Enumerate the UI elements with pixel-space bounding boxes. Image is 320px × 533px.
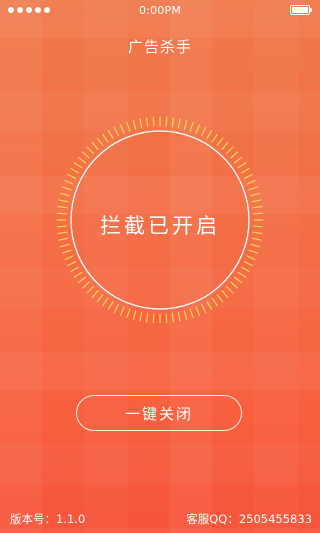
footer: 版本号：1.1.0 客服QQ：2505455833 [10, 511, 312, 527]
ring-tick [113, 127, 120, 137]
ring-tick [246, 179, 256, 185]
ring-tick [177, 311, 181, 322]
ring-tick [107, 130, 114, 140]
ring-tick [171, 117, 175, 128]
ring-tick [61, 249, 72, 254]
ring-tick [64, 255, 74, 261]
ring-tick [67, 260, 77, 267]
service-qq-text: 客服QQ：2505455833 [186, 512, 312, 526]
ring-tick [152, 116, 155, 127]
ring-tick [132, 310, 137, 321]
ring-tick [251, 199, 262, 203]
ring-tick [211, 133, 218, 143]
ring-tick [216, 137, 224, 147]
ring-tick [61, 186, 72, 191]
ring-tick [81, 151, 90, 159]
ring-tick [145, 312, 149, 323]
blocking-status-text: 拦截已开启 [100, 214, 220, 238]
ring-tick [73, 162, 83, 169]
ring-tick [119, 306, 125, 316]
ring-tick [240, 167, 250, 174]
ring-tick [57, 205, 68, 209]
version-text: 版本号：1.1.0 [10, 512, 86, 526]
ring-tick [102, 133, 109, 143]
ring-tick [58, 199, 69, 203]
ring-tick [126, 121, 131, 132]
ring-tick [230, 281, 239, 289]
ring-tick [183, 119, 188, 130]
ring-tick [73, 271, 83, 278]
ring-tick [237, 271, 247, 278]
ring-tick [86, 285, 95, 294]
ring-tick [177, 118, 181, 129]
ring-tick [189, 308, 194, 319]
ring-tick [225, 285, 234, 294]
ring-tick [91, 141, 99, 150]
ring-tick [67, 173, 77, 180]
ring-tick [102, 297, 109, 307]
ring-tick [250, 243, 261, 248]
ring-tick [240, 266, 250, 273]
ring-tick [77, 156, 87, 164]
ring-tick [171, 312, 175, 323]
ring-tick [206, 300, 213, 310]
ring-tick [59, 243, 70, 248]
ring-tick [206, 130, 213, 140]
status-time: 0:00PM [138, 4, 182, 17]
ring-tick [237, 162, 247, 169]
one-key-close-button[interactable]: 一键关闭 [76, 395, 242, 431]
ring-tick [195, 124, 201, 134]
ring-tick [70, 167, 80, 174]
ring-tick [211, 297, 218, 307]
ring-tick [91, 290, 99, 299]
ring-tick [86, 146, 95, 155]
ring-tick [250, 192, 261, 197]
battery-icon [290, 5, 312, 15]
ring-tick [132, 119, 137, 130]
ring-tick [119, 124, 125, 134]
ring-tick [152, 313, 155, 324]
ring-tick [113, 303, 120, 313]
ring-tick [233, 276, 243, 284]
ring-tick [81, 281, 90, 289]
status-bar: 0:00PM [0, 0, 320, 22]
ring-tick [126, 308, 131, 319]
ring-tick [189, 121, 194, 132]
ring-tick [243, 173, 253, 180]
app-title: 广告杀手 [127, 38, 192, 56]
ring-tick [165, 116, 168, 127]
ring-tick [77, 276, 87, 284]
ring-tick [230, 151, 239, 159]
ring-tick [183, 310, 188, 321]
ring-tick [96, 293, 104, 303]
ring-tick [200, 303, 207, 313]
ring-tick [96, 137, 104, 147]
ring-tick [221, 141, 229, 150]
ring-tick [221, 290, 229, 299]
ring-tick [139, 311, 143, 322]
ring-tick [200, 127, 207, 137]
ring-tick [70, 266, 80, 273]
ring-tick [225, 146, 234, 155]
ring-tick [216, 293, 224, 303]
ring-tick [248, 186, 259, 191]
ring-tick [233, 156, 243, 164]
ring-tick [195, 306, 201, 316]
ring-tick [246, 255, 256, 261]
ring-tick [165, 313, 168, 324]
ring-tick [252, 205, 263, 209]
ring-tick [59, 192, 70, 197]
ring-tick [139, 118, 143, 129]
ring-tick [248, 249, 259, 254]
ring-tick [64, 179, 74, 185]
ring-tick [243, 260, 253, 267]
ring-tick [107, 300, 114, 310]
ring-tick [145, 117, 149, 128]
